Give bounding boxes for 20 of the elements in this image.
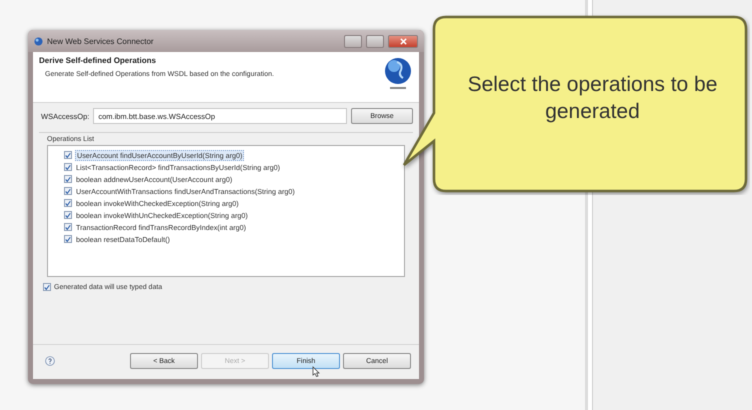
checkbox[interactable]: [64, 199, 72, 207]
globe-icon: [34, 36, 43, 46]
checkbox[interactable]: [64, 151, 72, 159]
checkbox[interactable]: [64, 223, 72, 231]
page-title: Derive Self-defined Operations: [39, 56, 157, 65]
minimize-button[interactable]: [344, 34, 362, 48]
cursor-icon: [312, 366, 320, 377]
maximize-button[interactable]: [366, 34, 384, 48]
help-icon[interactable]: [45, 356, 55, 366]
close-button[interactable]: [388, 34, 418, 48]
close-icon: [400, 38, 406, 44]
checkbox[interactable]: [64, 187, 72, 195]
checkbox[interactable]: [43, 283, 51, 291]
globe-icon: [383, 56, 413, 92]
checkbox[interactable]: [64, 211, 72, 219]
callout-text: Select the operations to be generated: [466, 72, 718, 126]
checkbox[interactable]: [64, 175, 72, 183]
window-title: New Web Services Connector: [47, 36, 155, 46]
checkbox[interactable]: [64, 163, 72, 171]
checkbox[interactable]: [64, 235, 72, 243]
